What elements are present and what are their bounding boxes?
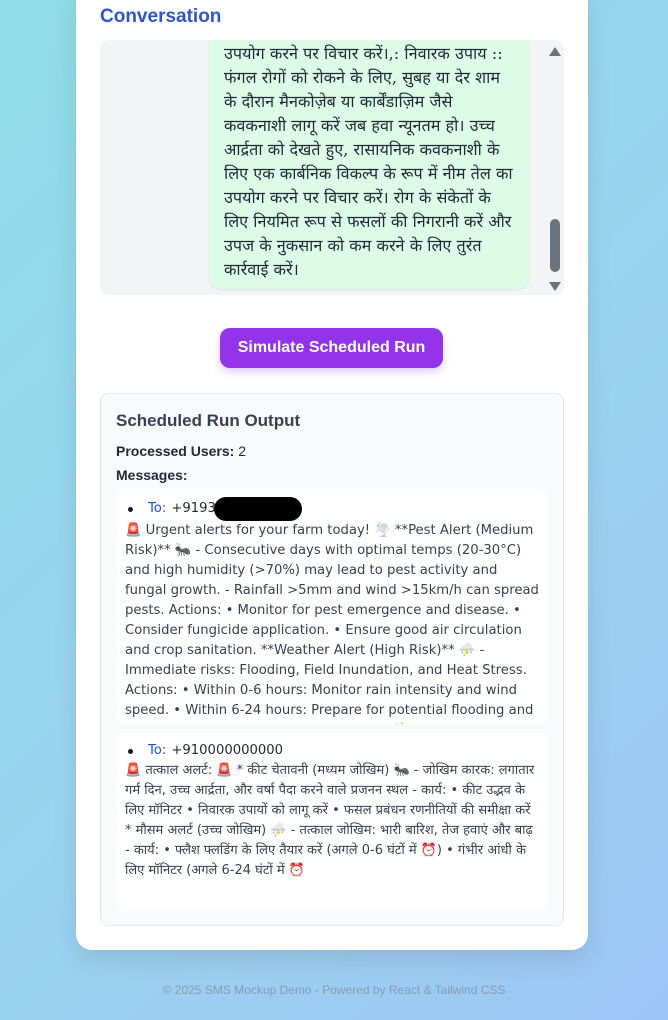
message-recipient: To: +9193 xyxy=(125,497,539,521)
to-label: To: xyxy=(148,501,167,516)
processed-users: Processed Users: 2 xyxy=(116,443,246,459)
scroll-down-arrow-icon[interactable] xyxy=(549,281,561,291)
recipient-number: +9193 xyxy=(171,501,216,516)
output-title: Scheduled Run Output xyxy=(116,411,301,430)
messages-label: Messages: xyxy=(116,467,188,483)
message-item: To: +9193 🚨 Urgent alerts for your farm … xyxy=(117,489,547,724)
scroll-thumb[interactable] xyxy=(550,219,560,272)
message-recipient: To: +910000000000 xyxy=(125,741,539,761)
message-body: 🚨 Urgent alerts for your farm today! 🌪️ … xyxy=(125,523,539,724)
conversation-title: Conversation xyxy=(100,6,222,27)
footer-text: © 2025 SMS Mockup Demo - Powered by Reac… xyxy=(162,983,506,997)
recipient-number: +910000000000 xyxy=(171,743,284,758)
conversation-window[interactable]: उपयोग करने पर विचार करें।,: निवारक उपाय … xyxy=(100,40,564,295)
processed-users-label: Processed Users: xyxy=(116,443,235,459)
reply-bubble: उपयोग करने पर विचार करें।,: निवारक उपाय … xyxy=(209,40,529,289)
bullet-icon xyxy=(128,506,133,512)
bullet-icon xyxy=(128,748,133,754)
to-label: To: xyxy=(148,743,167,758)
message-body: 🚨 तत्काल अलर्ट: 🚨 * कीट चेतावनी (मध्यम ज… xyxy=(125,763,535,878)
conversation-scrollbar[interactable] xyxy=(546,40,564,295)
reply-text: उपयोग करने पर विचार करें।,: निवारक उपाय … xyxy=(224,44,513,279)
scroll-up-arrow-icon[interactable] xyxy=(549,46,561,56)
simulate-scheduled-run-button[interactable]: Simulate Scheduled Run xyxy=(220,328,443,368)
processed-users-count: 2 xyxy=(238,443,246,459)
redaction-mark xyxy=(213,497,302,521)
message-item: To: +910000000000 🚨 तत्काल अलर्ट: 🚨 * की… xyxy=(117,733,547,909)
